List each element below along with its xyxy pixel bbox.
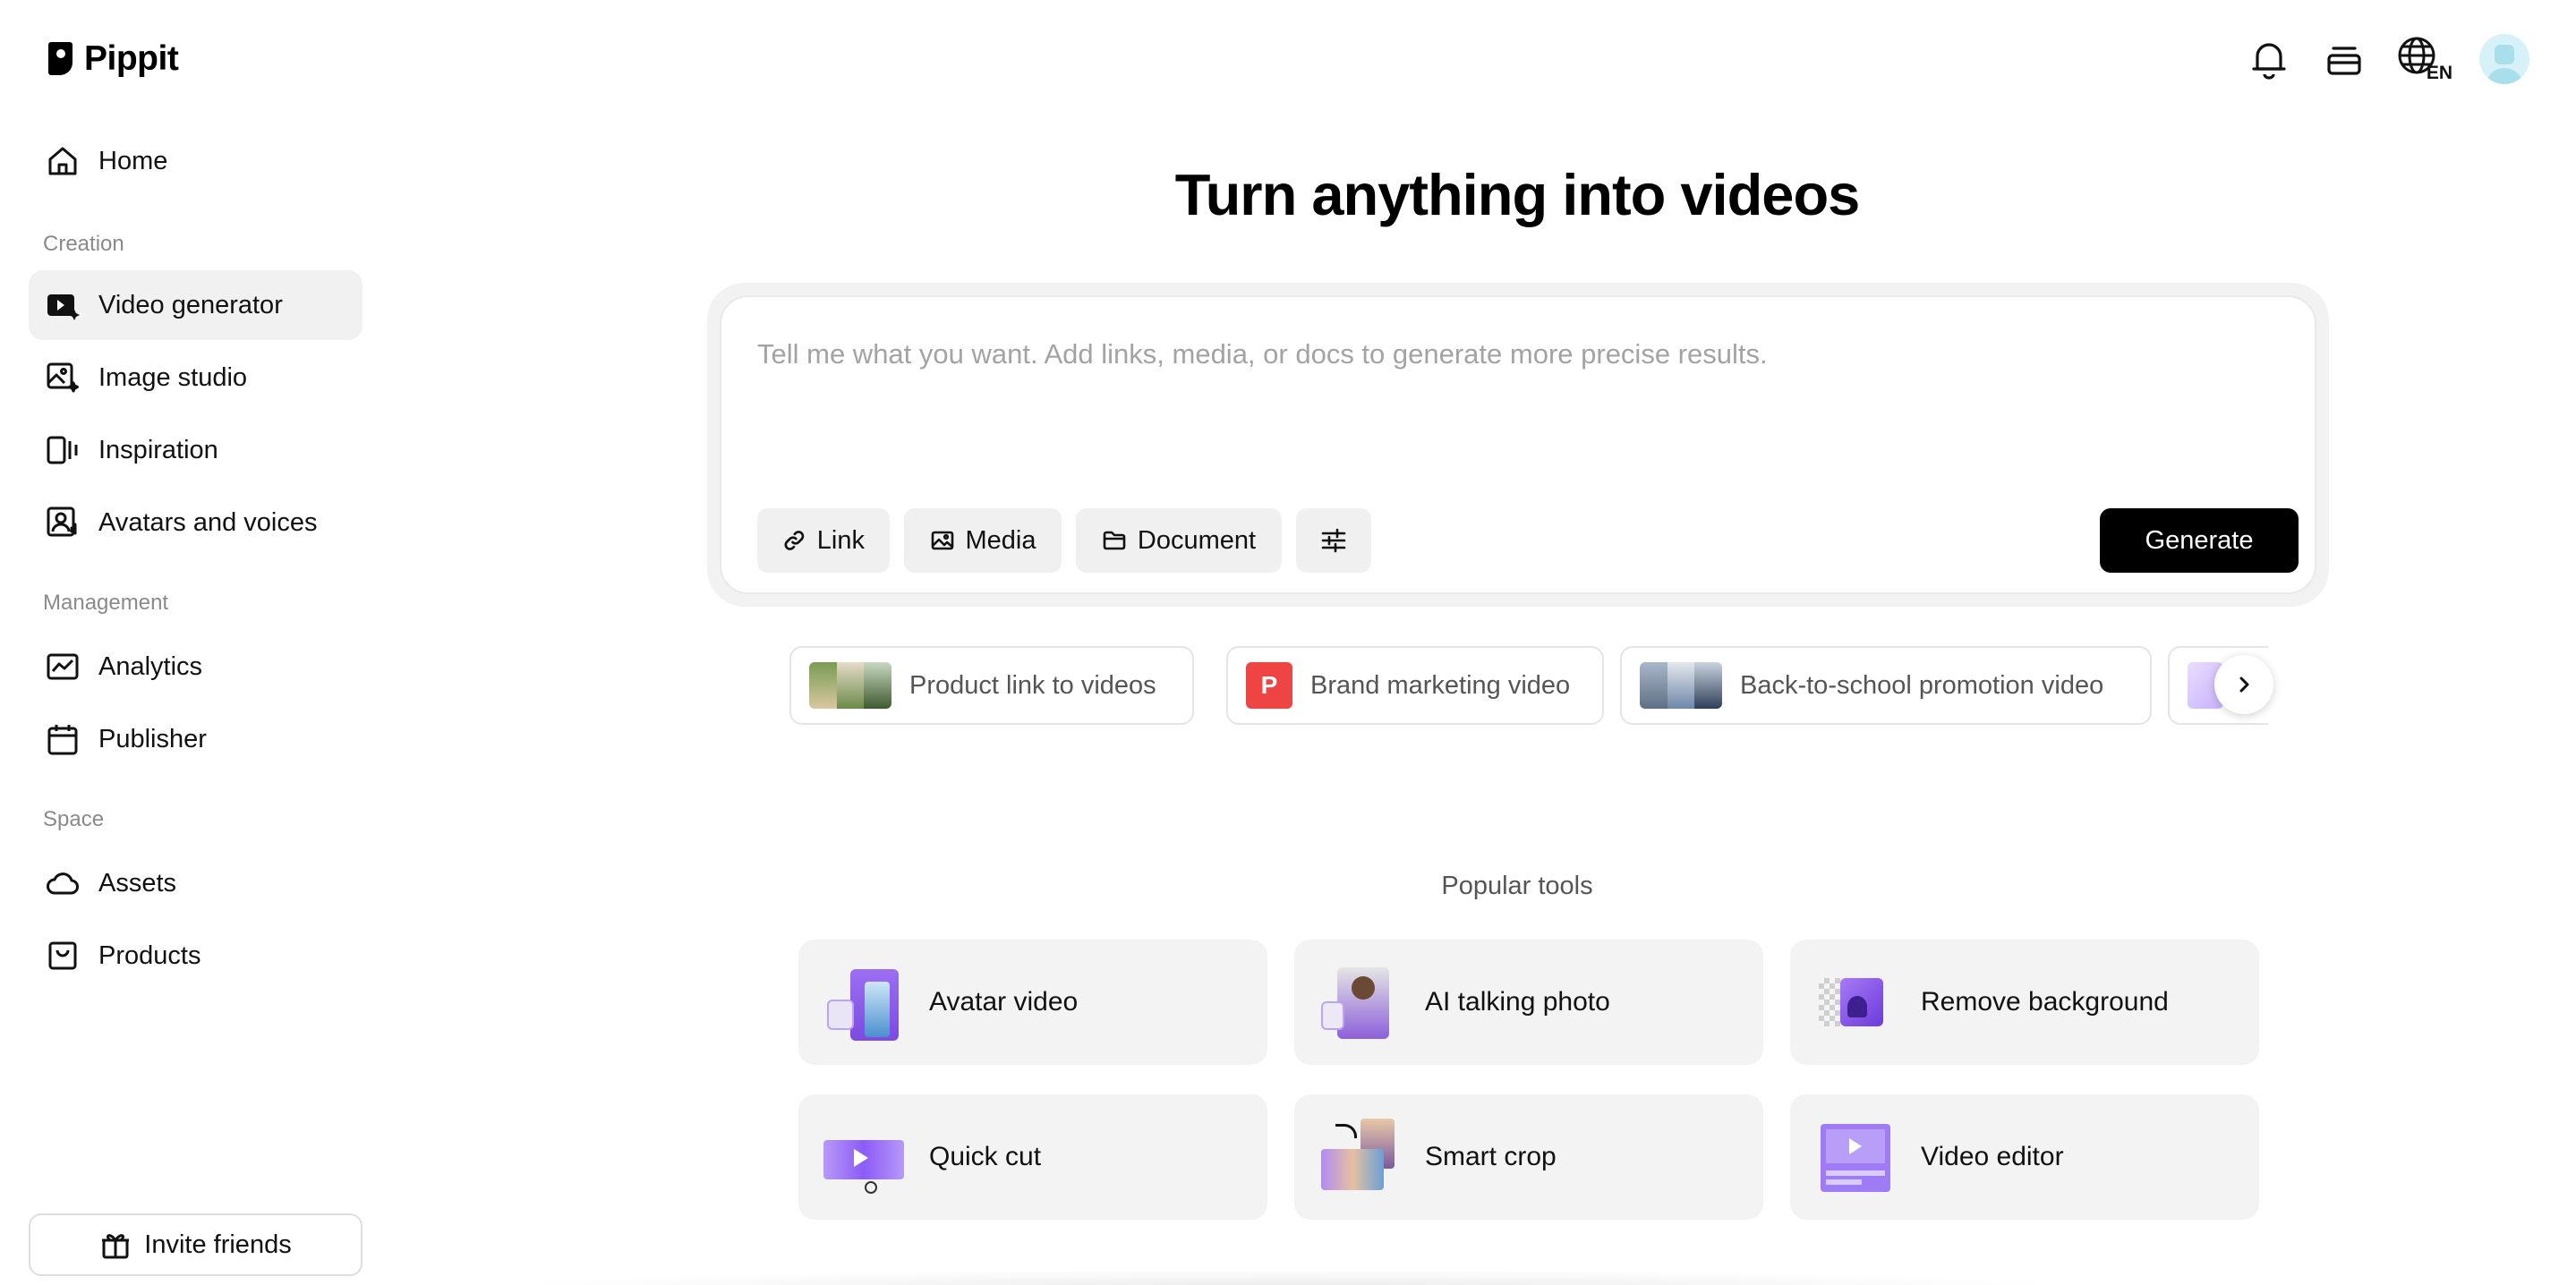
notifications-button[interactable]	[2247, 37, 2291, 81]
sidebar: Pippit Home Creation Video generator Ima…	[0, 0, 376, 1285]
home-icon	[48, 147, 77, 175]
sidebar-item-image-studio[interactable]: Image studio	[29, 343, 363, 413]
invite-friends-label: Invite friends	[144, 1230, 292, 1259]
page-title: Turn anything into videos	[1174, 162, 1861, 227]
gift-icon	[102, 1234, 130, 1259]
folder-icon	[1103, 531, 1126, 550]
smart-crop-icon	[1319, 1119, 1400, 1196]
sidebar-item-video-generator[interactable]: Video generator	[29, 270, 363, 340]
sidebar-item-label: Home	[98, 146, 168, 175]
section-space: Space	[43, 807, 105, 831]
video-generator-icon	[47, 294, 80, 320]
brand-badge-icon: P	[1246, 662, 1292, 709]
quick-cut-icon	[823, 1119, 904, 1196]
generate-button[interactable]: Generate	[2100, 508, 2299, 573]
sidebar-item-avatars-voices[interactable]: Avatars and voices	[29, 488, 363, 557]
section-creation: Creation	[43, 232, 124, 256]
stack-button[interactable]	[2322, 37, 2367, 81]
sidebar-item-label: Image studio	[98, 362, 248, 392]
pippit-logo-icon	[48, 42, 73, 75]
carousel-next-button[interactable]	[2214, 655, 2273, 714]
invite-friends-button[interactable]: Invite friends	[29, 1213, 363, 1276]
document-label: Document	[1137, 525, 1257, 555]
sliders-icon	[1321, 528, 1346, 553]
tool-label: AI talking photo	[1425, 987, 1610, 1017]
bottom-shadow	[501, 1269, 2077, 1285]
sidebar-item-label: Avatars and voices	[98, 507, 318, 537]
brand-badge-letter: P	[1260, 671, 1278, 699]
document-button[interactable]: Document	[1076, 508, 1282, 573]
remove-background-icon	[1815, 964, 1896, 1041]
talking-photo-icon	[1319, 964, 1400, 1041]
tool-label: Remove background	[1921, 987, 2169, 1017]
tool-label: Quick cut	[929, 1142, 1042, 1171]
tool-smart-crop[interactable]: Smart crop	[1294, 1094, 1763, 1220]
suggestion-chip[interactable]: P Brand marketing video	[1226, 646, 1604, 725]
suggestion-thumbnail	[809, 662, 891, 709]
sidebar-item-analytics[interactable]: Analytics	[29, 632, 363, 702]
suggestions-carousel: Product link to videos P Brand marketing…	[789, 646, 2268, 725]
suggestion-label: Product link to videos	[909, 670, 1156, 700]
brand-logo[interactable]: Pippit	[45, 39, 179, 79]
tool-remove-background[interactable]: Remove background	[1790, 940, 2259, 1065]
sidebar-item-label: Publisher	[98, 724, 207, 753]
avatar[interactable]	[2479, 34, 2529, 84]
analytics-icon	[47, 653, 79, 680]
cloud-icon	[47, 872, 79, 895]
bell-icon	[2252, 43, 2286, 80]
sidebar-item-label: Assets	[98, 868, 177, 898]
sidebar-item-home[interactable]: Home	[29, 126, 363, 196]
tool-ai-talking-photo[interactable]: AI talking photo	[1294, 940, 1763, 1065]
top-bar: EN	[2247, 34, 2529, 84]
prompt-input[interactable]	[757, 338, 2279, 370]
media-button[interactable]: Media	[904, 508, 1062, 573]
popular-tools-heading: Popular tools	[1441, 872, 1593, 900]
link-icon	[784, 531, 805, 550]
sidebar-item-label: Analytics	[98, 651, 203, 681]
suggestion-thumbnail	[1640, 662, 1722, 709]
bag-icon	[48, 941, 77, 970]
sidebar-item-products[interactable]: Products	[29, 921, 363, 991]
suggestion-label: Brand marketing video	[1310, 670, 1571, 700]
avatar-video-icon	[823, 964, 904, 1041]
link-label: Link	[816, 525, 865, 555]
tool-quick-cut[interactable]: Quick cut	[798, 1094, 1267, 1220]
chevron-right-icon	[2239, 677, 2249, 693]
suggestion-chip[interactable]: Back-to-school promotion video	[1620, 646, 2152, 725]
sidebar-item-inspiration[interactable]: Inspiration	[29, 415, 363, 485]
avatar-voice-icon	[47, 506, 77, 537]
sidebar-item-assets[interactable]: Assets	[29, 848, 363, 918]
sidebar-item-label: Video generator	[98, 290, 283, 319]
media-label: Media	[965, 525, 1036, 555]
prompt-box: Link Media Document	[720, 295, 2316, 594]
tool-label: Smart crop	[1425, 1142, 1557, 1171]
stack-icon	[2327, 47, 2361, 75]
suggestion-label: Back-to-school promotion video	[1740, 670, 2104, 700]
video-editor-icon	[1815, 1119, 1896, 1196]
suggestion-chip[interactable]: Product link to videos	[789, 646, 1194, 725]
tool-label: Avatar video	[929, 987, 1079, 1017]
settings-button[interactable]	[1296, 508, 1371, 573]
sidebar-item-publisher[interactable]: Publisher	[29, 704, 363, 774]
prompt-panel: Link Media Document	[707, 283, 2329, 607]
inspiration-icon	[47, 436, 78, 464]
image-icon	[931, 531, 953, 550]
image-studio-icon	[47, 362, 79, 393]
brand-name: Pippit	[84, 39, 179, 78]
calendar-icon	[47, 725, 78, 755]
link-button[interactable]: Link	[757, 508, 890, 573]
language-code: EN	[2426, 63, 2452, 83]
tool-video-editor[interactable]: Video editor	[1790, 1094, 2259, 1220]
sidebar-item-label: Inspiration	[98, 435, 218, 464]
sidebar-item-label: Products	[98, 940, 201, 970]
language-selector[interactable]: EN	[2397, 36, 2452, 83]
tool-label: Video editor	[1921, 1142, 2064, 1171]
user-avatar-icon	[2486, 45, 2522, 84]
section-management: Management	[43, 591, 169, 615]
tool-avatar-video[interactable]: Avatar video	[798, 940, 1267, 1065]
